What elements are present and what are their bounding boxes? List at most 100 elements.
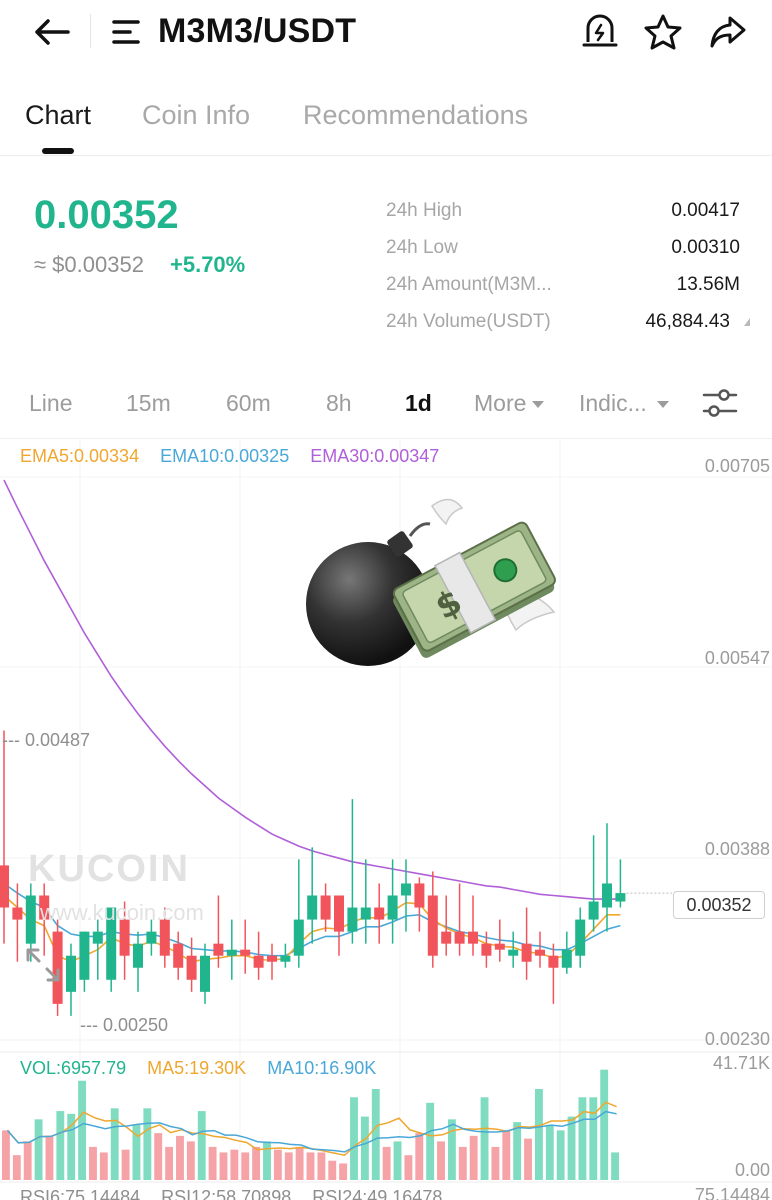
candle-body <box>320 895 331 920</box>
candle-body <box>240 949 251 956</box>
interval-line[interactable]: Line <box>29 390 72 417</box>
back-arrow-icon[interactable] <box>30 12 74 52</box>
volume-ma10-label: MA10:16.90K <box>267 1058 377 1078</box>
volume-bar <box>284 1152 293 1180</box>
low-marker-label: --- 0.00250 <box>80 1015 169 1035</box>
volume-bar <box>273 1149 282 1180</box>
volume-legend: VOL:6957.79 MA5:19.30K MA10:16.90K <box>20 1058 392 1079</box>
volume-bar <box>578 1097 587 1180</box>
interval-more-label: More <box>474 390 527 416</box>
high-marker-label: --- 0.00487 <box>2 730 91 750</box>
volume-bar <box>600 1069 609 1180</box>
volume-bar <box>502 1130 511 1180</box>
volume-bar <box>426 1102 435 1180</box>
candle-body <box>280 955 291 962</box>
candle-body <box>387 895 398 920</box>
pair-title[interactable]: M3M3/USDT <box>158 12 356 51</box>
candle-body <box>414 883 425 908</box>
volume-bar <box>534 1089 543 1180</box>
current-price-tag: 0.00352 <box>673 891 765 919</box>
candle-body <box>0 865 9 908</box>
y-axis-label: 0.00705 <box>704 456 770 476</box>
ema10-label: EMA10:0.00325 <box>160 446 290 466</box>
volume-bar <box>12 1155 21 1180</box>
money-bomb-sticker: $ <box>306 498 556 666</box>
volume-bar <box>458 1146 467 1180</box>
volume-axis-min: 0.00 <box>734 1160 770 1180</box>
rsi-legend: RSI6:75.14484 RSI12:58.70898 RSI24:49.16… <box>20 1187 458 1200</box>
menu-icon[interactable] <box>108 14 148 50</box>
interval-15m[interactable]: 15m <box>126 390 171 417</box>
rsi6-label: RSI6:75.14484 <box>20 1187 141 1200</box>
y-axis-label: 0.00230 <box>704 1029 770 1049</box>
stat-value-24h-high: 0.00417 <box>671 200 740 221</box>
caret-down-icon <box>532 401 545 409</box>
volume-bar <box>143 1108 152 1180</box>
volume-bar <box>328 1160 337 1180</box>
volume-bar <box>611 1152 619 1180</box>
candle-body <box>79 931 90 980</box>
candle-body <box>92 931 103 944</box>
stat-label-24h-high: 24h High <box>386 200 463 221</box>
stat-value-24h-amount: 13.56M <box>676 274 740 295</box>
volume-bar <box>491 1146 500 1180</box>
volume-bar <box>186 1141 195 1180</box>
kucoin-watermark: KUCOIN <box>28 848 190 890</box>
price-alert-icon[interactable] <box>580 12 620 52</box>
candle-body <box>494 943 505 950</box>
interval-8h[interactable]: 8h <box>326 390 352 417</box>
ema5-label: EMA5:0.00334 <box>20 446 140 466</box>
candle-body <box>401 883 411 896</box>
candle-body <box>334 895 344 932</box>
candle-body <box>173 943 184 968</box>
volume-bar <box>252 1146 261 1180</box>
volume-bar <box>382 1146 391 1180</box>
share-icon[interactable] <box>706 12 750 52</box>
interval-more-dropdown[interactable]: More <box>474 390 545 417</box>
volume-bar <box>360 1116 369 1180</box>
candle-body <box>213 943 224 956</box>
tab-recommendations[interactable]: Recommendations <box>303 100 528 131</box>
candle-body <box>146 931 157 944</box>
indicators-label: Indic... <box>579 390 647 416</box>
top-header: M3M3/USDT <box>0 0 772 66</box>
candle-body <box>575 919 586 956</box>
candle-body <box>508 949 519 956</box>
interval-60m[interactable]: 60m <box>226 390 271 417</box>
volume-bar <box>480 1097 489 1180</box>
volume-bar <box>154 1133 163 1180</box>
tab-coin-info[interactable]: Coin Info <box>142 100 250 131</box>
candle-body <box>186 955 197 980</box>
volume-bar <box>371 1089 380 1180</box>
tab-bar: Chart Coin Info Recommendations <box>0 96 772 156</box>
low-marker-value: 0.00250 <box>102 1015 169 1035</box>
indicators-dropdown[interactable]: Indic... <box>579 390 669 417</box>
rsi-axis-label: 75.14484 <box>694 1185 770 1200</box>
volume-bar <box>208 1146 217 1180</box>
volume-bar <box>230 1149 239 1180</box>
header-divider <box>90 14 91 48</box>
volume-bar <box>176 1135 184 1180</box>
candle-body <box>25 895 36 944</box>
rsi12-label: RSI12:58.70898 <box>161 1187 292 1200</box>
volume-bar <box>393 1141 402 1180</box>
tab-chart[interactable]: Chart <box>25 100 91 131</box>
candle-body <box>66 955 76 992</box>
volume-bar <box>263 1141 271 1180</box>
y-axis-label: 0.00388 <box>704 839 770 859</box>
expand-icon[interactable] <box>22 944 64 986</box>
volume-bar <box>219 1152 228 1180</box>
ema-legend: EMA5:0.00334 EMA10:0.00325 EMA30:0.00347 <box>20 446 455 467</box>
candle-body <box>427 895 438 956</box>
volume-bar <box>545 1124 554 1180</box>
volume-bar <box>89 1146 97 1180</box>
interval-1d[interactable]: 1d <box>405 390 432 417</box>
star-icon[interactable] <box>642 12 684 52</box>
chart-settings-icon[interactable] <box>700 384 740 422</box>
candle-body <box>481 943 492 956</box>
volume-bar <box>447 1119 456 1180</box>
candle-body <box>535 949 545 956</box>
stat-value-24h-low: 0.00310 <box>671 237 740 258</box>
stat-label-24h-low: 24h Low <box>386 237 458 258</box>
candle-body <box>454 931 465 944</box>
